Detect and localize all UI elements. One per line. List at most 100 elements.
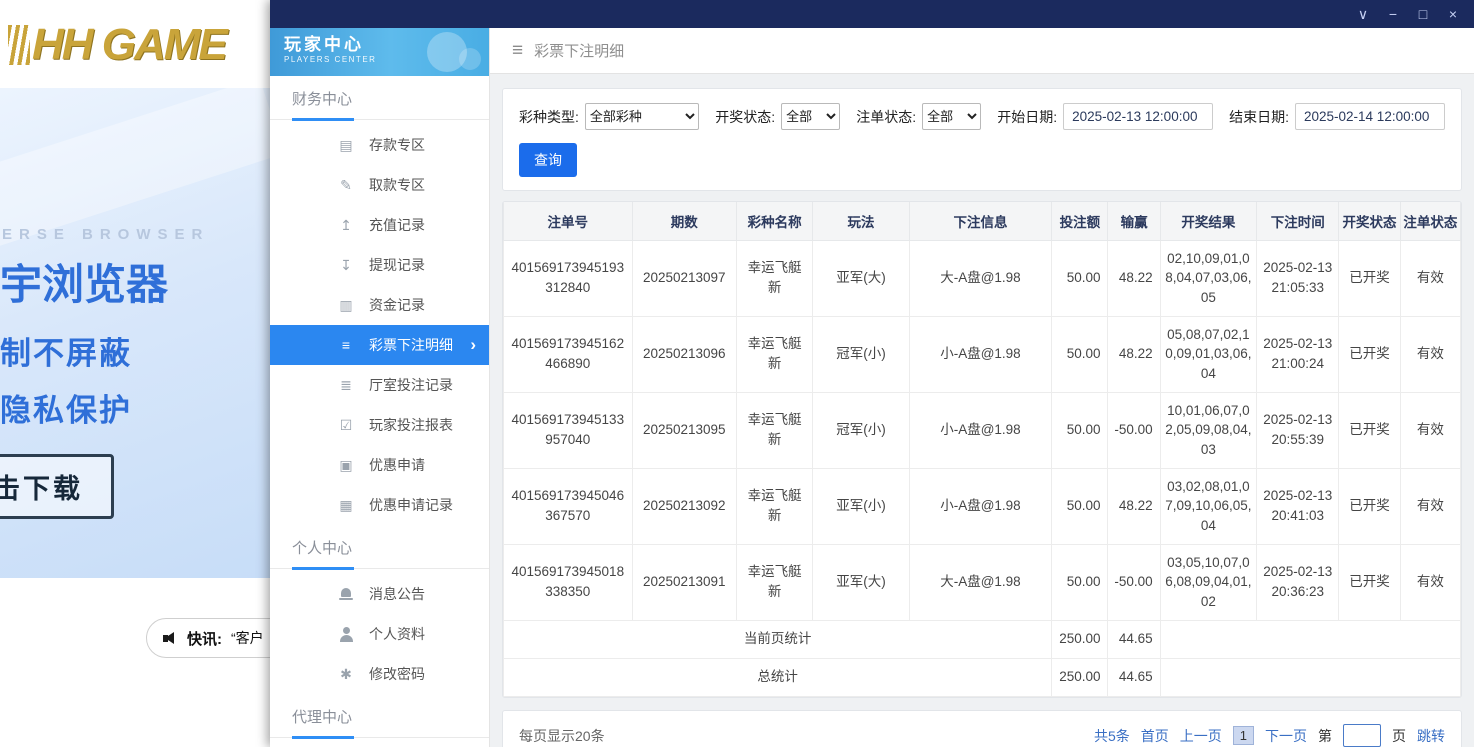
download-button[interactable]: 击下载: [0, 454, 114, 519]
sidebar-item[interactable]: ↥充值记录›: [270, 205, 489, 245]
cell-bet-no: 401569173945193312840: [504, 240, 633, 316]
minimize-button[interactable]: −: [1378, 0, 1408, 28]
table-row: 40156917394501833835020250213091幸运飞艇新亚军(…: [504, 544, 1461, 620]
lottery-type-select[interactable]: 全部彩种: [585, 103, 699, 130]
sidebar-item[interactable]: ↧提现记录›: [270, 245, 489, 285]
first-page-link[interactable]: 首页: [1141, 726, 1169, 746]
query-button[interactable]: 查询: [519, 143, 577, 177]
cell-bet-no: 401569173945046367570: [504, 468, 633, 544]
cell-draw-status: 已开奖: [1339, 240, 1400, 316]
background-page: HH GAME ERSE BROWSER 宇浏览器 制不屏蔽 隐私保护 击下载 …: [0, 0, 270, 747]
draw-status-select[interactable]: 全部: [781, 103, 840, 130]
sidebar-item[interactable]: ▥资金记录›: [270, 285, 489, 325]
close-button[interactable]: ×: [1438, 0, 1468, 28]
start-date-label: 开始日期:: [997, 107, 1057, 127]
news-ticker: 快讯: “客户: [146, 618, 270, 658]
cell-play-type: 亚军(大): [813, 544, 909, 620]
cell-bet-time: 2025-02-13 21:05:33: [1257, 240, 1339, 316]
cell-bet-info: 小-A盘@1.98: [909, 316, 1052, 392]
cell-win-loss: -50.00: [1108, 392, 1160, 468]
sidebar-item[interactable]: ▤存款专区›: [270, 125, 489, 165]
sidebar-item-label: 个人资料: [369, 624, 425, 644]
sidebar-item[interactable]: ▦优惠申请记录›: [270, 485, 489, 525]
sidebar-item[interactable]: ≡彩票下注明细›: [270, 325, 489, 365]
list-icon: ≡: [338, 338, 354, 353]
sidebar-item[interactable]: 消息公告›: [270, 574, 489, 614]
gear-icon: ✱: [338, 667, 354, 682]
column-header: 玩法: [813, 202, 909, 240]
sidebar-item[interactable]: 个人资料›: [270, 614, 489, 654]
cell-bet-amount: 50.00: [1052, 392, 1108, 468]
jump-suffix-label: 页: [1392, 726, 1406, 746]
cell-bet-time: 2025-02-13 20:36:23: [1257, 544, 1339, 620]
page-size-text: 每页显示20条: [519, 726, 605, 746]
sidebar-section-label: 个人中心: [270, 525, 489, 569]
column-header: 开奖结果: [1160, 202, 1256, 240]
sidebar-item-label: 存款专区: [369, 135, 425, 155]
next-page-link[interactable]: 下一页: [1265, 726, 1307, 746]
page-title: 彩票下注明细: [534, 40, 624, 61]
table-row: 40156917394516246689020250213096幸运飞艇新冠军(…: [504, 316, 1461, 392]
cell-bet-no: 401569173945133957040: [504, 392, 633, 468]
page-summary-win-loss: 44.65: [1108, 620, 1160, 658]
end-date-input[interactable]: [1295, 103, 1445, 130]
page-jump-input[interactable]: [1343, 724, 1381, 747]
column-header: 开奖状态: [1339, 202, 1400, 240]
prev-page-link[interactable]: 上一页: [1180, 726, 1222, 746]
sidebar-item[interactable]: ✱修改密码›: [270, 654, 489, 694]
sidebar-item-label: 玩家投注报表: [369, 415, 453, 435]
cell-bet-amount: 50.00: [1052, 240, 1108, 316]
start-date-input[interactable]: [1063, 103, 1213, 130]
cell-win-loss: 48.22: [1108, 240, 1160, 316]
cell-draw-status: 已开奖: [1339, 392, 1400, 468]
total-summary-empty: [1160, 658, 1460, 696]
table-row: 40156917394504636757020250213092幸运飞艇新亚军(…: [504, 468, 1461, 544]
cell-bet-no: 401569173945018338350: [504, 544, 633, 620]
cell-bet-time: 2025-02-13 20:41:03: [1257, 468, 1339, 544]
arrow-up-icon: ↥: [338, 218, 354, 233]
cell-play-type: 亚军(小): [813, 468, 909, 544]
cell-draw-result: 03,02,08,01,07,09,10,06,05,04: [1160, 468, 1256, 544]
sidebar-item-label: 充值记录: [369, 215, 425, 235]
cell-lottery-name: 幸运飞艇新: [736, 392, 812, 468]
banner-line3: 隐私保护: [0, 385, 270, 430]
jump-button[interactable]: 跳转: [1417, 726, 1445, 746]
logo-bars-icon: [8, 25, 30, 65]
page-header: ≡ 彩票下注明细: [490, 28, 1474, 74]
current-page-indicator[interactable]: 1: [1233, 726, 1254, 745]
total-summary-label: 总统计: [504, 658, 1052, 696]
cell-bet-time: 2025-02-13 20:55:39: [1257, 392, 1339, 468]
sidebar-item-label: 资金记录: [369, 295, 425, 315]
cell-win-loss: 48.22: [1108, 468, 1160, 544]
coupon-icon: ▣: [338, 458, 354, 473]
bet-table-panel: 注单号期数彩种名称玩法下注信息投注额输赢开奖结果下注时间开奖状态注单状态 401…: [502, 201, 1462, 698]
cell-bet-info: 大-A盘@1.98: [909, 240, 1052, 316]
cell-draw-result: 05,08,07,02,10,09,01,03,06,04: [1160, 316, 1256, 392]
cell-lottery-name: 幸运飞艇新: [736, 316, 812, 392]
column-header: 下注时间: [1257, 202, 1339, 240]
sidebar-item[interactable]: ✎取款专区›: [270, 165, 489, 205]
maximize-button[interactable]: □: [1408, 0, 1438, 28]
chevron-down-icon[interactable]: ∨: [1348, 0, 1378, 28]
sidebar-item-label: 优惠申请记录: [369, 495, 453, 515]
cell-lottery-name: 幸运飞艇新: [736, 468, 812, 544]
sidebar-item-label: 取款专区: [369, 175, 425, 195]
chevron-right-icon: ›: [470, 335, 476, 355]
column-header: 彩种名称: [736, 202, 812, 240]
menu-icon[interactable]: ≡: [512, 40, 523, 62]
user-icon: [338, 627, 354, 642]
sidebar-item[interactable]: ≣厅室投注记录›: [270, 365, 489, 405]
total-summary-row: 总统计 250.00 44.65: [504, 658, 1461, 696]
cell-win-loss: 48.22: [1108, 316, 1160, 392]
sidebar-item-label: 消息公告: [369, 584, 425, 604]
total-count-text: 共5条: [1094, 726, 1130, 746]
sidebar-item[interactable]: ☑玩家投注报表›: [270, 405, 489, 445]
column-header: 投注额: [1052, 202, 1108, 240]
cell-bet-info: 大-A盘@1.98: [909, 544, 1052, 620]
bet-status-select[interactable]: 全部: [922, 103, 981, 130]
table-row: 40156917394513395704020250213095幸运飞艇新冠军(…: [504, 392, 1461, 468]
sidebar-item[interactable]: ▣优惠申请›: [270, 445, 489, 485]
total-summary-bet-amount: 250.00: [1052, 658, 1108, 696]
end-date-label: 结束日期:: [1229, 107, 1289, 127]
ticker-text: “客户: [231, 628, 264, 648]
